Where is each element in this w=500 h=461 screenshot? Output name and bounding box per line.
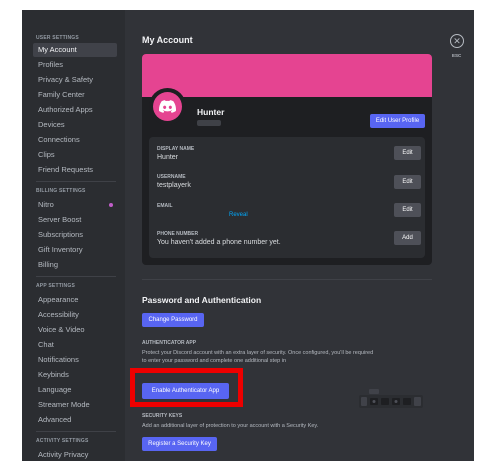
phone-number-value: You haven't added a phone number yet.	[157, 239, 281, 246]
sidebar-item-voice-video[interactable]: Voice & Video	[33, 323, 117, 337]
sidebar-item-advanced[interactable]: Advanced	[33, 413, 117, 427]
sidebar-item-language[interactable]: Language	[33, 383, 117, 397]
change-password-button[interactable]: Change Password	[142, 313, 204, 327]
phone-number-label: PHONE NUMBER	[157, 231, 199, 237]
sidebar-item-authorized-apps[interactable]: Authorized Apps	[33, 103, 117, 117]
sidebar-item-connections[interactable]: Connections	[33, 133, 117, 147]
close-icon: ✕	[453, 36, 461, 46]
password-auth-heading: Password and Authentication	[142, 295, 262, 305]
sidebar-item-keybinds[interactable]: Keybinds	[33, 368, 117, 382]
sidebar-item-billing[interactable]: Billing	[33, 258, 117, 272]
email-label: EMAIL	[157, 203, 173, 209]
sidebar-heading-activity: ACTIVITY SETTINGS	[36, 438, 89, 444]
sidebar-item-label: Nitro	[38, 200, 54, 209]
security-keys-description: Add an additional layer of protection to…	[142, 423, 319, 429]
sidebar-item-streamer-mode[interactable]: Streamer Mode	[33, 398, 117, 412]
sidebar-item-privacy-safety[interactable]: Privacy & Safety	[33, 73, 117, 87]
sidebar-heading-user-settings: USER SETTINGS	[36, 35, 79, 41]
settings-sidebar: USER SETTINGS My Account Profiles Privac…	[22, 10, 125, 461]
email-reveal-link[interactable]: Reveal	[229, 212, 248, 218]
sidebar-item-activity-privacy[interactable]: Activity Privacy	[33, 448, 117, 461]
settings-window: USER SETTINGS My Account Profiles Privac…	[22, 10, 474, 461]
sidebar-item-gift-inventory[interactable]: Gift Inventory	[33, 243, 117, 257]
nitro-badge-icon	[109, 203, 113, 207]
sidebar-heading-app-settings: APP SETTINGS	[36, 283, 75, 289]
sidebar-separator	[36, 276, 116, 277]
section-divider	[142, 279, 432, 280]
profile-tag-placeholder	[197, 120, 221, 126]
esc-label: ESC	[452, 53, 462, 58]
sidebar-item-chat[interactable]: Chat	[33, 338, 117, 352]
edit-email-button[interactable]: Edit	[394, 203, 421, 217]
discord-logo-icon	[159, 100, 176, 113]
edit-username-button[interactable]: Edit	[394, 175, 421, 189]
edit-user-profile-button[interactable]: Edit User Profile	[370, 114, 425, 128]
authenticator-app-description: Protect your Discord account with an ext…	[142, 350, 374, 364]
sidebar-item-appearance[interactable]: Appearance	[33, 293, 117, 307]
display-name-label: DISPLAY NAME	[157, 146, 195, 152]
username-value: testplayerk	[157, 182, 191, 189]
sidebar-item-profiles[interactable]: Profiles	[33, 58, 117, 72]
account-profile-card: Hunter Edit User Profile DISPLAY NAME Hu…	[142, 54, 432, 265]
settings-content: My Account ✕ ESC Hunter Edit User Profil…	[125, 10, 474, 461]
register-security-key-button[interactable]: Register a Security Key	[142, 437, 217, 451]
avatar-frame	[149, 88, 186, 125]
highlight-box	[130, 368, 243, 407]
profile-banner	[142, 54, 432, 97]
sidebar-item-notifications[interactable]: Notifications	[33, 353, 117, 367]
authenticator-app-heading: AUTHENTICATOR APP	[142, 340, 197, 346]
sidebar-separator	[36, 181, 116, 182]
sidebar-item-clips[interactable]: Clips	[33, 148, 117, 162]
authenticator-illustration-icon	[359, 389, 423, 408]
sidebar-item-family-center[interactable]: Family Center	[33, 88, 117, 102]
display-name-value: Hunter	[157, 154, 179, 161]
username-label: USERNAME	[157, 174, 186, 180]
sidebar-item-friend-requests[interactable]: Friend Requests	[33, 163, 117, 177]
sidebar-item-nitro[interactable]: Nitro	[33, 198, 117, 212]
avatar[interactable]	[153, 92, 182, 121]
profile-username: Hunter	[197, 107, 225, 117]
page-title: My Account	[142, 35, 193, 45]
account-info-panel: DISPLAY NAME Hunter Edit USERNAME testpl…	[149, 137, 425, 258]
sidebar-separator	[36, 431, 116, 432]
sidebar-heading-billing: BILLING SETTINGS	[36, 188, 86, 194]
security-keys-heading: SECURITY KEYS	[142, 413, 183, 419]
edit-display-name-button[interactable]: Edit	[394, 146, 421, 160]
sidebar-item-my-account[interactable]: My Account	[33, 43, 117, 57]
sidebar-item-server-boost[interactable]: Server Boost	[33, 213, 117, 227]
close-button[interactable]: ✕	[450, 34, 464, 48]
add-phone-button[interactable]: Add	[394, 231, 421, 245]
sidebar-item-subscriptions[interactable]: Subscriptions	[33, 228, 117, 242]
sidebar-item-devices[interactable]: Devices	[33, 118, 117, 132]
sidebar-item-accessibility[interactable]: Accessibility	[33, 308, 117, 322]
